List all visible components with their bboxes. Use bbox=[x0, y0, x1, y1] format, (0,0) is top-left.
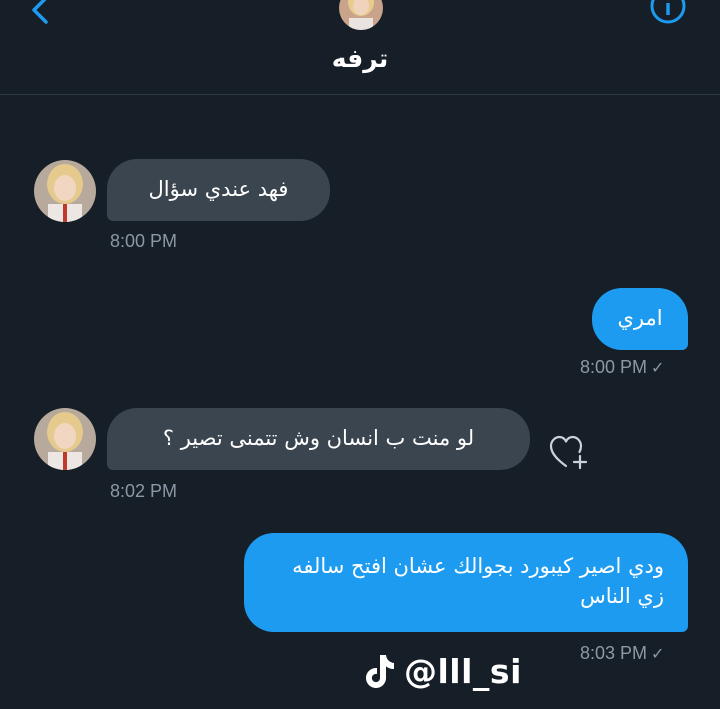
tiktok-watermark: @lll_si bbox=[360, 646, 522, 696]
info-icon bbox=[650, 0, 686, 24]
message-timestamp-row: 8:03 PM ✓ bbox=[580, 643, 664, 664]
incoming-message-bubble[interactable]: لو منت ب انسان وش تتمنى تصير ؟ bbox=[107, 408, 530, 470]
profile-photo bbox=[339, 0, 383, 30]
heart-plus-icon bbox=[549, 435, 588, 470]
message-timestamp: 8:03 PM bbox=[580, 643, 648, 663]
sent-check-icon: ✓ bbox=[651, 644, 665, 663]
tiktok-icon bbox=[366, 655, 394, 688]
message-text: ودي اصير كيبورد بجوالك عشان افتح سالفه ز… bbox=[292, 554, 664, 608]
message-text: فهد عندي سؤال bbox=[148, 177, 289, 201]
sent-check-icon: ✓ bbox=[651, 358, 665, 377]
profile-photo bbox=[34, 408, 96, 470]
message-timestamp: 8:00 PM bbox=[580, 357, 648, 377]
conversation-header: ترفه bbox=[0, 0, 720, 95]
react-button[interactable] bbox=[549, 435, 593, 473]
sender-avatar[interactable] bbox=[34, 408, 96, 470]
back-button[interactable] bbox=[22, 0, 62, 34]
outgoing-message-bubble[interactable]: ودي اصير كيبورد بجوالك عشان افتح سالفه ز… bbox=[244, 533, 688, 632]
outgoing-message-bubble[interactable]: امري bbox=[592, 288, 688, 350]
chevron-left-icon bbox=[32, 0, 48, 24]
message-text: امري bbox=[617, 306, 663, 330]
conversation-title: ترفه bbox=[331, 44, 389, 73]
header-avatar[interactable] bbox=[339, 0, 383, 30]
dm-conversation-screen: ترفه فهد عندي سؤال 8:00 PM امري 8:00 PM ✓ bbox=[0, 0, 720, 709]
message-timestamp: 8:02 PM bbox=[110, 481, 178, 501]
message-text: لو منت ب انسان وش تتمنى تصير ؟ bbox=[162, 426, 475, 450]
info-button[interactable] bbox=[648, 0, 688, 32]
message-timestamp: 8:00 PM bbox=[110, 231, 178, 251]
profile-photo bbox=[34, 160, 96, 222]
watermark-handle: @lll_si bbox=[404, 651, 522, 691]
message-timestamp-row: 8:00 PM ✓ bbox=[580, 357, 664, 378]
incoming-message-bubble[interactable]: فهد عندي سؤال bbox=[107, 159, 330, 221]
sender-avatar[interactable] bbox=[34, 160, 96, 222]
